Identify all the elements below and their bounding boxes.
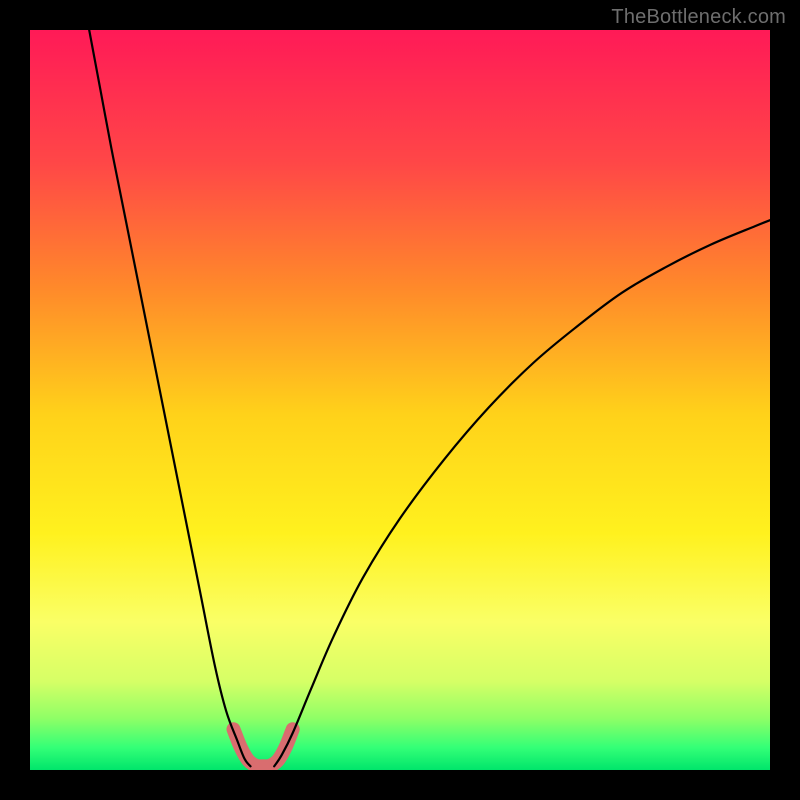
plot-area [30,30,770,770]
minimum-highlight-curve [234,729,293,766]
watermark-text: TheBottleneck.com [611,6,786,29]
curves-layer [30,30,770,770]
right-curve [274,220,770,766]
left-curve [89,30,250,766]
chart-frame: TheBottleneck.com [0,0,800,800]
